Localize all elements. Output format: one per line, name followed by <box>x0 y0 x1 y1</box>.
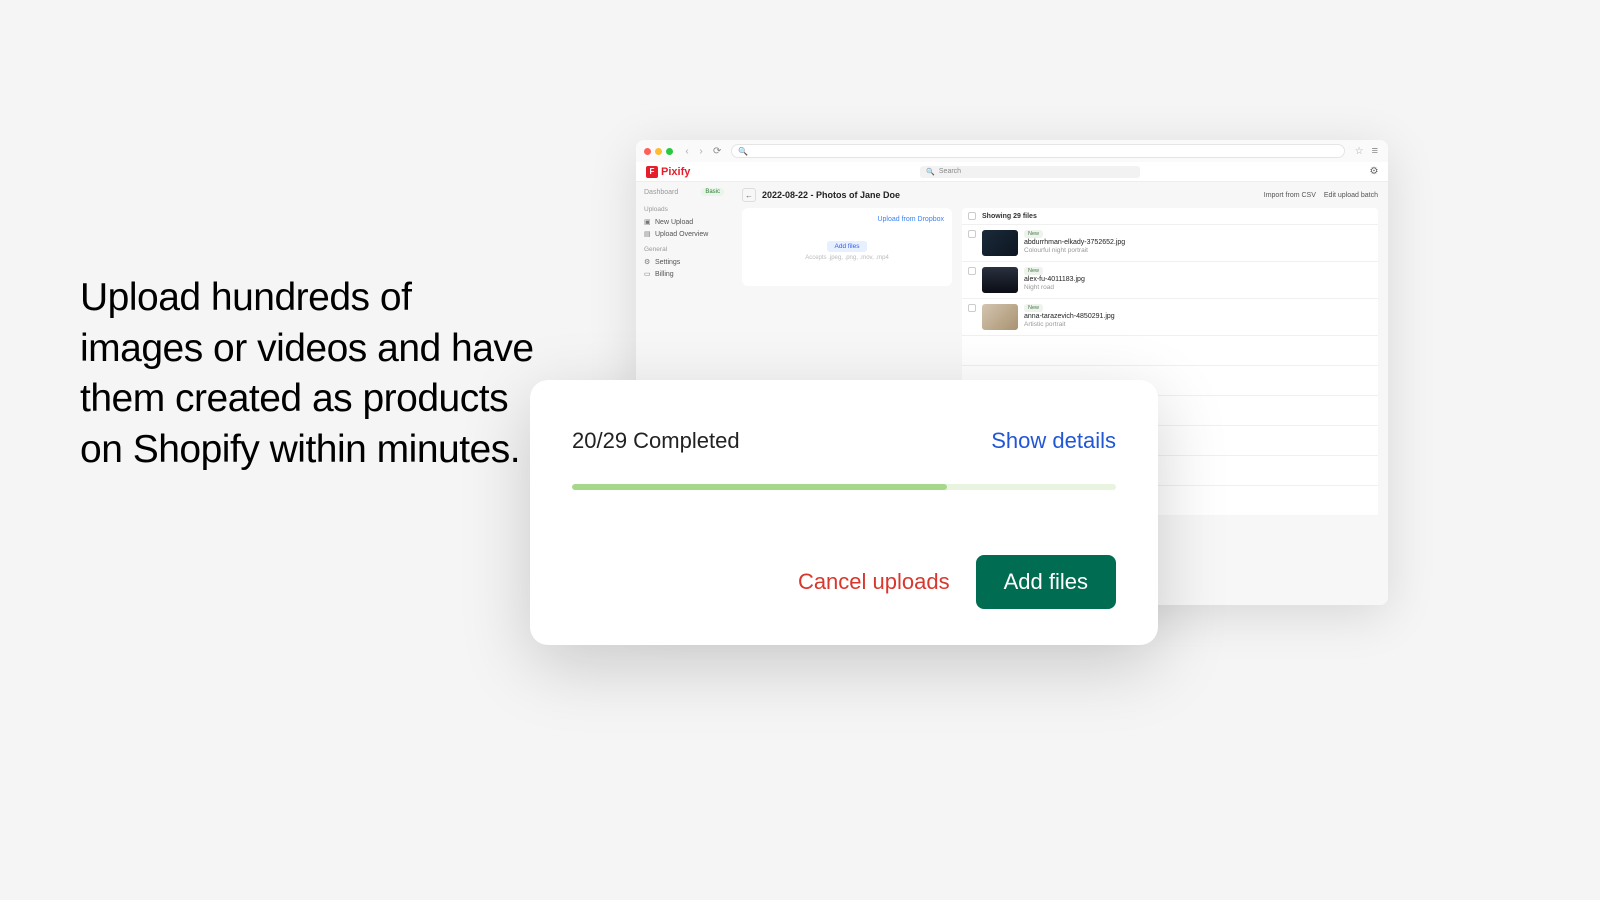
file-description: Night road <box>1024 284 1085 291</box>
add-files-button[interactable]: Add files <box>976 555 1116 609</box>
upload-dropzone-card: Upload from Dropbox Add files Accepts .j… <box>742 208 952 286</box>
billing-icon: ▭ <box>644 270 651 278</box>
sidebar-item-label: Upload Overview <box>655 231 708 238</box>
sidebar-dashboard[interactable]: Dashboard Basic <box>644 188 724 196</box>
sidebar-item-billing[interactable]: ▭ Billing <box>644 268 724 280</box>
sidebar-item-upload-overview[interactable]: ▤ Upload Overview <box>644 228 724 240</box>
sidebar-item-settings[interactable]: ⚙ Settings <box>644 256 724 268</box>
files-count-text: Showing 29 files <box>982 213 1037 220</box>
sidebar-dashboard-label: Dashboard <box>644 189 678 196</box>
file-row[interactable]: New alex-fu-4011183.jpg Night road <box>962 261 1378 298</box>
progress-bar-fill <box>572 484 947 490</box>
file-checkbox[interactable] <box>968 267 976 275</box>
file-row[interactable] <box>962 335 1378 365</box>
file-thumbnail <box>982 304 1018 330</box>
search-placeholder: Search <box>939 168 961 175</box>
plan-badge: Basic <box>701 188 724 196</box>
sidebar-group-label: General <box>644 246 724 253</box>
accepted-formats-text: Accepts .jpeg, .png, .mov, .mp4 <box>805 255 889 261</box>
sidebar-item-label: Billing <box>655 271 674 278</box>
search-icon: 🔍 <box>926 168 935 176</box>
add-files-pill-button[interactable]: Add files <box>827 241 868 252</box>
logo-text: Pixify <box>661 166 690 178</box>
file-description: Artistic portrait <box>1024 321 1115 328</box>
upload-icon: ▣ <box>644 218 651 226</box>
select-all-checkbox[interactable] <box>968 212 976 220</box>
file-name: abdurrhman-elkady-3752652.jpg <box>1024 239 1125 246</box>
refresh-button[interactable]: ⟳ <box>713 146 721 157</box>
app-search-input[interactable]: 🔍 Search <box>920 166 1140 178</box>
file-description: Colourful night portrait <box>1024 247 1125 254</box>
window-min-dot[interactable] <box>655 148 662 155</box>
page-title: 2022-08-22 - Photos of Jane Doe <box>762 190 900 200</box>
file-name: anna-tarazevich-4850291.jpg <box>1024 313 1115 320</box>
overview-icon: ▤ <box>644 230 651 238</box>
url-bar[interactable]: 🔍 <box>731 144 1344 158</box>
file-thumbnail <box>982 267 1018 293</box>
bookmark-star-icon[interactable]: ☆ <box>1355 146 1364 157</box>
progress-bar <box>572 484 1116 490</box>
cancel-uploads-button[interactable]: Cancel uploads <box>798 569 950 595</box>
marketing-headline: Upload hundreds of images or videos and … <box>80 273 540 476</box>
browser-chrome: ‹ › ⟳ 🔍 ☆ ≡ <box>636 140 1388 162</box>
sidebar-item-label: Settings <box>655 259 680 266</box>
file-name: alex-fu-4011183.jpg <box>1024 276 1085 283</box>
import-csv-link[interactable]: Import from CSV <box>1264 192 1316 199</box>
files-list-header: Showing 29 files <box>962 208 1378 224</box>
page-header-row: ← 2022-08-22 - Photos of Jane Doe Import… <box>742 188 1378 202</box>
app-header: F Pixify 🔍 Search ⚙ <box>636 162 1388 182</box>
traffic-lights <box>644 148 673 155</box>
show-details-link[interactable]: Show details <box>991 428 1116 454</box>
file-row[interactable]: New anna-tarazevich-4850291.jpg Artistic… <box>962 298 1378 335</box>
file-row[interactable]: New abdurrhman-elkady-3752652.jpg Colour… <box>962 224 1378 261</box>
window-max-dot[interactable] <box>666 148 673 155</box>
status-badge: New <box>1024 304 1043 312</box>
nav-arrows: ‹ › <box>681 146 707 157</box>
edit-batch-link[interactable]: Edit upload batch <box>1324 192 1378 199</box>
status-badge: New <box>1024 230 1043 238</box>
sidebar-item-new-upload[interactable]: ▣ New Upload <box>644 216 724 228</box>
logo-mark-icon: F <box>646 166 658 178</box>
sidebar-group-label: Uploads <box>644 206 724 213</box>
app-settings-icon[interactable]: ⚙ <box>1370 168 1378 176</box>
app-logo[interactable]: F Pixify <box>646 166 690 178</box>
nav-back-button[interactable]: ‹ <box>681 146 693 157</box>
upload-from-dropbox-link[interactable]: Upload from Dropbox <box>877 216 944 223</box>
search-icon: 🔍 <box>738 147 748 156</box>
upload-progress-modal: 20/29 Completed Show details Cancel uplo… <box>530 380 1158 645</box>
window-close-dot[interactable] <box>644 148 651 155</box>
browser-menu-icon[interactable]: ≡ <box>1372 145 1378 157</box>
back-button[interactable]: ← <box>742 188 756 202</box>
upload-status-text: 20/29 Completed <box>572 428 740 454</box>
file-checkbox[interactable] <box>968 304 976 312</box>
file-thumbnail <box>982 230 1018 256</box>
nav-forward-button[interactable]: › <box>695 146 707 157</box>
gear-icon: ⚙ <box>644 258 651 266</box>
sidebar-item-label: New Upload <box>655 219 693 226</box>
file-checkbox[interactable] <box>968 230 976 238</box>
status-badge: New <box>1024 267 1043 275</box>
